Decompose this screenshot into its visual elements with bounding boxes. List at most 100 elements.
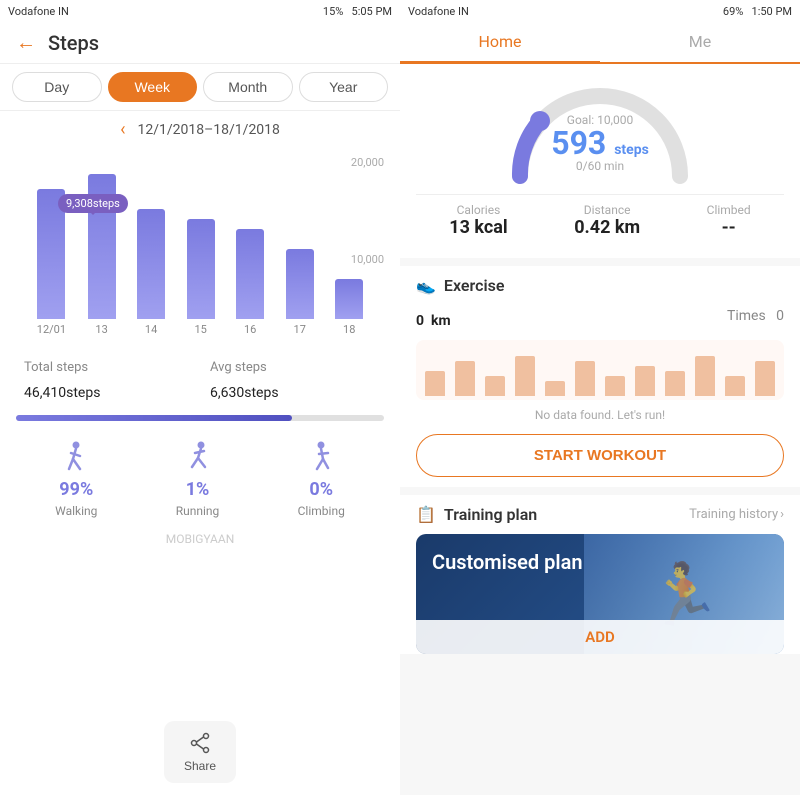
walking-label: Walking bbox=[55, 504, 97, 518]
tab-year[interactable]: Year bbox=[299, 72, 389, 102]
calories-label: Calories bbox=[449, 203, 507, 217]
share-button[interactable]: Share bbox=[164, 721, 236, 783]
climbed-value: -- bbox=[707, 217, 751, 238]
no-data-text: No data found. Let's run! bbox=[416, 404, 784, 426]
metric-calories: Calories 13 kcal bbox=[449, 203, 507, 238]
walking-percent: 99% bbox=[59, 479, 93, 500]
y-label-top: 20,000 bbox=[351, 156, 384, 169]
climbing-label: Climbing bbox=[298, 504, 345, 518]
calories-value: 13 kcal bbox=[449, 217, 507, 238]
tab-week[interactable]: Week bbox=[108, 72, 198, 102]
exercise-header: 👟 Exercise bbox=[416, 276, 784, 295]
exercise-km: 0 km bbox=[416, 299, 451, 332]
tab-home[interactable]: Home bbox=[400, 22, 600, 64]
avg-steps-label: Avg steps bbox=[210, 360, 376, 375]
bar-6 bbox=[335, 279, 363, 319]
gauge-center: Goal: 10,000 593 steps 0/60 min bbox=[551, 113, 649, 173]
chart-area: 20,000 9,308steps 12/01131415161718 10,0… bbox=[0, 148, 400, 348]
bar-label-1: 13 bbox=[95, 323, 107, 336]
total-steps-block: Total steps 46,410steps bbox=[24, 360, 190, 403]
status-right-left: 15% 5:05 PM bbox=[323, 5, 392, 18]
mini-bar-10 bbox=[725, 376, 745, 396]
start-workout-button[interactable]: START WORKOUT bbox=[416, 434, 784, 477]
metrics-row: Calories 13 kcal Distance 0.42 km Climbe… bbox=[416, 194, 784, 246]
tab-me[interactable]: Me bbox=[600, 22, 800, 62]
circular-stats: Goal: 10,000 593 steps 0/60 min Calories… bbox=[400, 64, 800, 258]
activity-running: 1% Running bbox=[176, 439, 220, 518]
metric-distance: Distance 0.42 km bbox=[574, 203, 640, 238]
exercise-stats: 0 km Times 0 bbox=[416, 299, 784, 332]
avg-steps-value: 6,630steps bbox=[210, 375, 376, 403]
bar-4 bbox=[236, 229, 264, 319]
mini-bar-0 bbox=[425, 371, 445, 396]
bar-label-2: 14 bbox=[145, 323, 157, 336]
training-title: Training plan bbox=[444, 505, 537, 524]
bar-group-3: 15 bbox=[187, 219, 215, 336]
bar-group-4: 16 bbox=[236, 229, 264, 336]
progress-bar bbox=[16, 415, 384, 421]
mini-bar-6 bbox=[605, 376, 625, 396]
bar-group-6: 18 bbox=[335, 279, 363, 336]
training-header: 📋 Training plan Training history › bbox=[416, 505, 784, 524]
progress-fill bbox=[16, 415, 292, 421]
status-bar-left: Vodafone IN 15% 5:05 PM bbox=[0, 0, 400, 22]
bar-label-3: 15 bbox=[194, 323, 206, 336]
mini-bar-5 bbox=[575, 361, 595, 396]
training-history-button[interactable]: Training history › bbox=[689, 507, 784, 522]
activity-climbing: 0% Climbing bbox=[298, 439, 345, 518]
stats-section: Total steps 46,410steps Avg steps 6,630s… bbox=[0, 348, 400, 415]
bar-label-6: 18 bbox=[343, 323, 355, 336]
steps-value: 593 steps bbox=[551, 127, 649, 159]
bar-group-5: 17 bbox=[286, 249, 314, 336]
share-icon bbox=[188, 731, 212, 755]
plan-card-title: Customised plan bbox=[432, 550, 583, 574]
training-section: 📋 Training plan Training history › Custo… bbox=[400, 495, 800, 654]
climbed-label: Climbed bbox=[707, 203, 751, 217]
mini-bar-7 bbox=[635, 366, 655, 396]
tab-bar: Day Week Month Year bbox=[0, 64, 400, 111]
tab-month[interactable]: Month bbox=[203, 72, 293, 102]
back-button[interactable]: ← bbox=[16, 30, 36, 55]
bar-label-0: 12/01 bbox=[37, 323, 66, 336]
share-container: Share bbox=[0, 709, 400, 795]
left-panel: Vodafone IN 15% 5:05 PM ← Steps Day Week… bbox=[0, 0, 400, 795]
climb-icon bbox=[303, 439, 339, 475]
running-percent: 1% bbox=[186, 479, 210, 500]
share-label: Share bbox=[184, 759, 216, 773]
prev-date-button[interactable]: ‹ bbox=[120, 119, 125, 140]
date-nav: ‹ 12/1/2018–18/1/2018 bbox=[0, 111, 400, 148]
mini-bar-4 bbox=[545, 381, 565, 396]
activity-walking: 99% Walking bbox=[55, 439, 97, 518]
running-label: Running bbox=[176, 504, 220, 518]
bar-label-5: 17 bbox=[294, 323, 306, 336]
bar-2 bbox=[137, 209, 165, 319]
mini-bar-2 bbox=[485, 376, 505, 396]
activity-icons: 99% Walking 1% Running 0% Climbi bbox=[0, 429, 400, 528]
add-plan-button[interactable]: ADD bbox=[416, 620, 784, 654]
gauge-container: Goal: 10,000 593 steps 0/60 min bbox=[500, 76, 700, 186]
walk-icon bbox=[58, 439, 94, 475]
distance-value: 0.42 km bbox=[574, 217, 640, 238]
run-icon bbox=[180, 439, 216, 475]
bar-5 bbox=[286, 249, 314, 319]
mini-bar-8 bbox=[665, 371, 685, 396]
distance-label: Distance bbox=[574, 203, 640, 217]
right-panel: Vodafone IN 69% 1:50 PM Home Me Goal: 10… bbox=[400, 0, 800, 795]
climbing-percent: 0% bbox=[309, 479, 333, 500]
tab-day[interactable]: Day bbox=[12, 72, 102, 102]
page-title: Steps bbox=[48, 31, 99, 55]
avg-steps-block: Avg steps 6,630steps bbox=[210, 360, 376, 403]
exercise-section: 👟 Exercise 0 km Times 0 No data found. L… bbox=[400, 266, 800, 487]
mini-bar-3 bbox=[515, 356, 535, 396]
training-title-group: 📋 Training plan bbox=[416, 505, 537, 524]
top-nav: Home Me bbox=[400, 22, 800, 64]
exercise-title: Exercise bbox=[444, 276, 505, 295]
header-left: ← Steps bbox=[0, 22, 400, 64]
exercise-times: Times 0 bbox=[727, 308, 784, 324]
runner-silhouette: 🏃 bbox=[647, 559, 722, 630]
status-bar-right: Vodafone IN 69% 1:50 PM bbox=[400, 0, 800, 22]
watermark: MOBIGYAAN bbox=[0, 528, 400, 550]
metric-climbed: Climbed -- bbox=[707, 203, 751, 238]
mini-bar-11 bbox=[755, 361, 775, 396]
bar-label-4: 16 bbox=[244, 323, 256, 336]
